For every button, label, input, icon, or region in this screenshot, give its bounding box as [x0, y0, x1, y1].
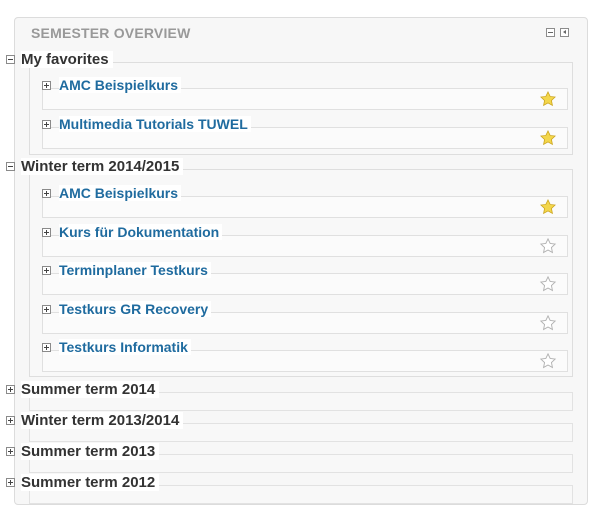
- dock-block-icon[interactable]: [560, 28, 569, 37]
- course-link[interactable]: Terminplaner Testkurs: [59, 262, 211, 278]
- course-row: Testkurs GR Recovery: [42, 301, 568, 334]
- expand-course-icon[interactable]: [42, 80, 51, 90]
- group-summer-term-2012: Summer term 2012: [6, 473, 573, 504]
- expand-toggle-icon[interactable]: [6, 415, 15, 425]
- course-row: Kurs für Dokumentation: [42, 224, 568, 257]
- group-label[interactable]: Summer term 2013: [21, 442, 160, 460]
- collapse-toggle-icon[interactable]: [6, 161, 15, 171]
- favorite-star-outline-icon[interactable]: [539, 237, 557, 255]
- course-link[interactable]: Multimedia Tutorials TUWEL: [59, 116, 251, 132]
- course-link[interactable]: Testkurs GR Recovery: [59, 301, 212, 317]
- expand-toggle-icon[interactable]: [6, 477, 15, 487]
- expand-toggle-icon[interactable]: [6, 384, 15, 394]
- course-link[interactable]: Testkurs Informatik: [59, 339, 191, 355]
- course-link[interactable]: AMC Beispielkurs: [59, 77, 182, 93]
- group-label[interactable]: Winter term 2013/2014: [21, 411, 184, 429]
- expand-course-icon[interactable]: [42, 304, 51, 314]
- expand-course-icon[interactable]: [42, 227, 51, 237]
- group-label[interactable]: Summer term 2012: [21, 473, 160, 491]
- minimize-block-icon[interactable]: [546, 28, 555, 37]
- expand-course-icon[interactable]: [42, 342, 51, 352]
- group-label[interactable]: Summer term 2014: [21, 380, 160, 398]
- expand-toggle-icon[interactable]: [6, 446, 15, 456]
- block-title: SEMESTER OVERVIEW: [31, 25, 191, 41]
- course-row: Multimedia Tutorials TUWEL: [42, 116, 568, 149]
- favorite-star-icon[interactable]: [539, 90, 557, 108]
- favorite-star-outline-icon[interactable]: [539, 275, 557, 293]
- group-summer-term-2013: Summer term 2013: [6, 442, 573, 473]
- course-link[interactable]: AMC Beispielkurs: [59, 185, 182, 201]
- group-summer-term-2014: Summer term 2014: [6, 380, 573, 411]
- course-link[interactable]: Kurs für Dokumentation: [59, 224, 223, 240]
- expand-course-icon[interactable]: [42, 188, 51, 198]
- group-winter-term-2013-2014: Winter term 2013/2014: [6, 411, 573, 442]
- course-row: AMC Beispielkurs: [42, 77, 568, 110]
- favorite-star-icon[interactable]: [539, 198, 557, 216]
- group-label[interactable]: Winter term 2014/2015: [21, 157, 184, 175]
- expand-course-icon[interactable]: [42, 119, 51, 129]
- expand-course-icon[interactable]: [42, 265, 51, 275]
- favorite-star-icon[interactable]: [539, 129, 557, 147]
- favorite-star-outline-icon[interactable]: [539, 314, 557, 332]
- course-row: Terminplaner Testkurs: [42, 262, 568, 295]
- favorite-star-outline-icon[interactable]: [539, 352, 557, 370]
- collapse-toggle-icon[interactable]: [6, 54, 15, 64]
- course-row: AMC Beispielkurs: [42, 185, 568, 218]
- course-row: Testkurs Informatik: [42, 339, 568, 372]
- group-label[interactable]: My favorites: [21, 50, 113, 68]
